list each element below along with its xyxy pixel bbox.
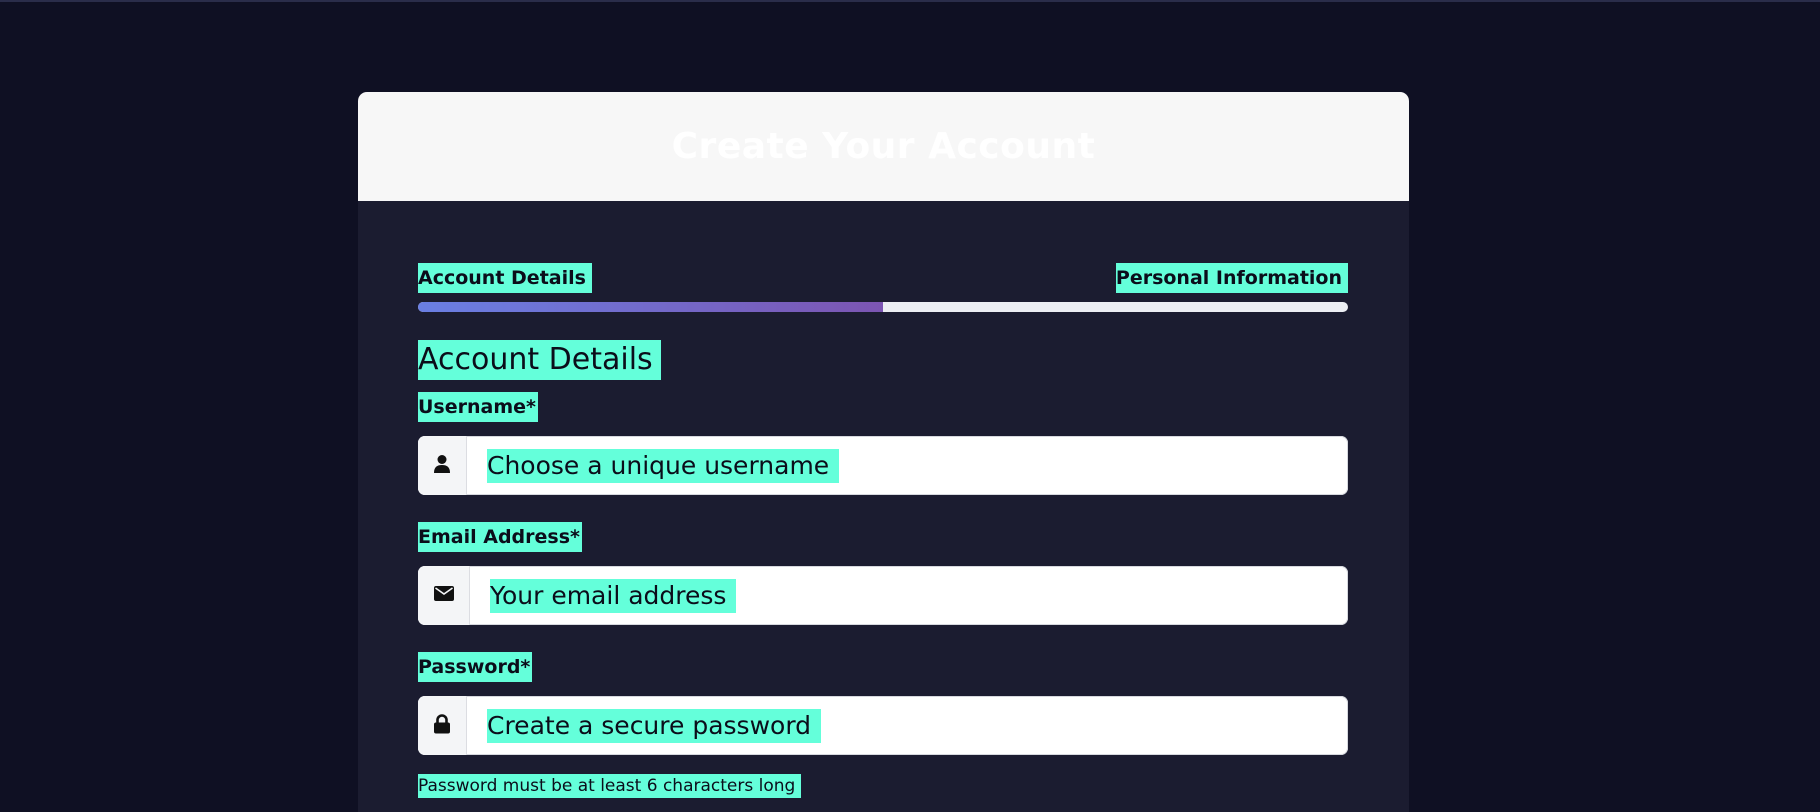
top-border: [0, 0, 1820, 2]
user-icon: [433, 454, 451, 478]
username-addon: [418, 436, 467, 495]
section-title: Account Details: [418, 340, 661, 380]
username-input[interactable]: Choose a unique username: [467, 436, 1348, 495]
step-progress-fill: [418, 302, 883, 312]
password-addon: [418, 696, 467, 755]
username-placeholder: Choose a unique username: [487, 448, 840, 483]
step-progress-bar: [418, 302, 1348, 312]
password-field[interactable]: Create a secure password: [418, 696, 1348, 755]
signup-card: Create Your Account Account Details Pers…: [358, 92, 1409, 812]
password-input[interactable]: Create a secure password: [467, 696, 1348, 755]
lock-icon: [433, 713, 451, 738]
username-field[interactable]: Choose a unique username: [418, 436, 1348, 495]
step-indicator: Account Details Personal Information: [418, 263, 1348, 293]
password-placeholder: Create a secure password: [487, 708, 822, 743]
email-addon: [418, 566, 470, 625]
password-hint: Password must be at least 6 characters l…: [418, 774, 802, 798]
step-label-personal-information[interactable]: Personal Information: [1115, 263, 1348, 293]
page-title: Create Your Account: [671, 126, 1096, 167]
username-label: Username*: [418, 392, 538, 422]
email-field[interactable]: Your email address: [418, 566, 1348, 625]
card-header: Create Your Account: [358, 92, 1409, 201]
email-placeholder: Your email address: [490, 578, 737, 613]
envelope-icon: [433, 586, 454, 605]
email-label: Email Address*: [418, 522, 582, 552]
step-label-account-details[interactable]: Account Details: [418, 263, 592, 293]
email-input[interactable]: Your email address: [470, 566, 1348, 625]
password-label: Password*: [418, 652, 533, 682]
